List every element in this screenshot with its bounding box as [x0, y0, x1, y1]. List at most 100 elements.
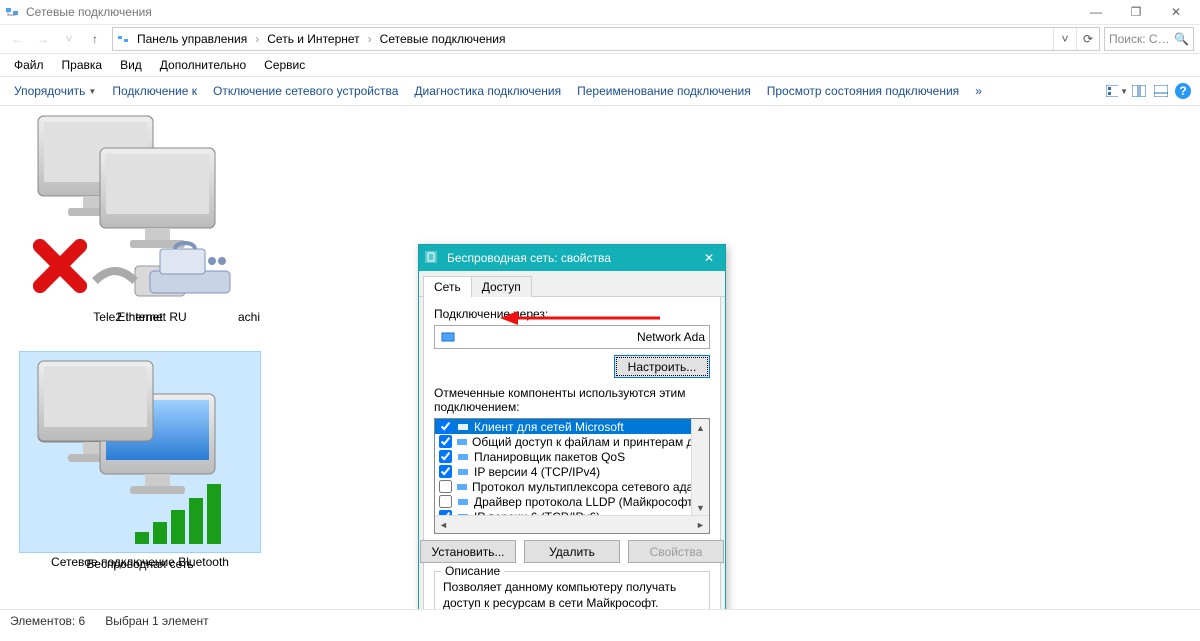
component-row[interactable]: IP версии 4 (TCP/IPv4): [435, 464, 709, 479]
properties-dialog: Беспроводная сеть: свойства ✕ Сеть Досту…: [418, 244, 726, 609]
component-icon: [456, 421, 470, 433]
description-groupbox: Описание Позволяет данному компьютеру по…: [434, 571, 710, 609]
component-checkbox[interactable]: [439, 480, 452, 493]
dialog-close-button[interactable]: ✕: [699, 251, 719, 265]
content-area: Ethernet achi: [0, 106, 1200, 609]
command-toolbar: Упорядочить▼ Подключение к Отключение се…: [0, 76, 1200, 106]
breadcrumb-mid[interactable]: Сеть и Интернет: [263, 32, 363, 46]
adapter-field: Network Ada: [434, 325, 710, 349]
dialog-title: Беспроводная сеть: свойства: [447, 251, 611, 265]
status-selected-count: Выбран 1 элемент: [105, 614, 208, 628]
toolbar-organize[interactable]: Упорядочить▼: [6, 82, 104, 100]
toolbar-disable[interactable]: Отключение сетевого устройства: [205, 82, 406, 100]
toolbar-preview-icon[interactable]: [1128, 81, 1150, 101]
search-placeholder: Поиск: С…: [1109, 32, 1170, 46]
scroll-left-button[interactable]: ◄: [435, 516, 452, 533]
address-dropdown-button[interactable]: ˅: [1053, 28, 1076, 50]
install-button[interactable]: Установить...: [420, 540, 516, 563]
description-text: Позволяет данному компьютеру получать до…: [443, 580, 701, 609]
window-title: Сетевые подключения: [26, 5, 152, 19]
window-minimize-button[interactable]: —: [1076, 0, 1116, 24]
properties-button[interactable]: Свойства: [628, 540, 724, 563]
hscrollbar[interactable]: ◄ ►: [435, 515, 709, 533]
toolbar-connect[interactable]: Подключение к: [104, 82, 205, 100]
component-checkbox[interactable]: [439, 435, 452, 448]
dialog-tabs: Сеть Доступ: [419, 271, 725, 297]
toolbar-rename[interactable]: Переименование подключения: [569, 82, 759, 100]
connection-label: Сетевое подключение Bluetooth: [0, 555, 280, 569]
tab-access[interactable]: Доступ: [471, 276, 532, 297]
nav-history-dropdown[interactable]: ˅: [56, 26, 82, 52]
app-icon: [4, 4, 20, 20]
component-row[interactable]: Общий доступ к файлам и принтерам для се…: [435, 434, 709, 449]
vscrollbar[interactable]: ▲ ▼: [691, 419, 709, 516]
component-checkbox[interactable]: [439, 495, 452, 508]
toolbar-help-button[interactable]: ?: [1172, 81, 1194, 101]
component-label: Общий доступ к файлам и принтерам для се…: [472, 435, 710, 449]
component-checkbox[interactable]: [439, 420, 452, 433]
breadcrumb-leaf[interactable]: Сетевые подключения: [376, 32, 510, 46]
scroll-down-button[interactable]: ▼: [692, 499, 709, 516]
menu-view[interactable]: Вид: [114, 56, 148, 74]
modem-icon: [150, 243, 230, 293]
component-icon: [456, 436, 468, 448]
toolbar-diagnose[interactable]: Диагностика подключения: [406, 82, 569, 100]
toolbar-view-icon[interactable]: ▼: [1106, 81, 1128, 101]
monitor-pair-icon: [20, 351, 260, 551]
component-row[interactable]: Клиент для сетей Microsoft: [435, 419, 709, 434]
component-checkbox[interactable]: [439, 465, 452, 478]
connection-tele2[interactable]: Tele2 Internet RU: [0, 106, 280, 324]
breadcrumb-root[interactable]: Панель управления: [133, 32, 251, 46]
description-legend: Описание: [441, 564, 504, 578]
dialog-body: Подключение через: Network Ada Настроить…: [423, 297, 721, 609]
toolbar-details-icon[interactable]: [1150, 81, 1172, 101]
component-icon: [456, 451, 470, 463]
nav-up-button[interactable]: ↑: [82, 26, 108, 52]
component-label: Клиент для сетей Microsoft: [474, 420, 624, 434]
component-icon: [456, 466, 470, 478]
dialog-titlebar[interactable]: Беспроводная сеть: свойства ✕: [419, 245, 725, 271]
connect-via-label: Подключение через:: [434, 307, 710, 321]
tab-network[interactable]: Сеть: [423, 276, 472, 297]
breadcrumb-sep: ›: [251, 32, 263, 46]
component-icon: [456, 496, 470, 508]
window-close-button[interactable]: ✕: [1156, 0, 1196, 24]
component-label: Драйвер протокола LLDP (Майкрософт): [474, 495, 697, 509]
component-row[interactable]: Планировщик пакетов QoS: [435, 449, 709, 464]
scroll-right-button[interactable]: ►: [692, 516, 709, 533]
component-icon: [456, 481, 468, 493]
adapter-text: Network Ada: [637, 330, 705, 344]
nav-back-button[interactable]: ←: [4, 26, 30, 52]
dialog-icon: [425, 251, 441, 266]
component-checkbox[interactable]: [439, 450, 452, 463]
component-row[interactable]: Протокол мультиплексора сетевого адаптер…: [435, 479, 709, 494]
menu-edit[interactable]: Правка: [56, 56, 109, 74]
menu-extra[interactable]: Дополнительно: [154, 56, 252, 74]
component-label: Протокол мультиплексора сетевого адаптер…: [472, 480, 710, 494]
navbar: ← → ˅ ↑ Панель управления › Сеть и Интер…: [0, 25, 1200, 54]
address-refresh-button[interactable]: ⟳: [1076, 28, 1099, 50]
components-label: Отмеченные компоненты используются этим …: [434, 386, 710, 414]
toolbar-overflow[interactable]: »: [967, 82, 990, 100]
statusbar: Элементов: 6 Выбран 1 элемент: [0, 609, 1200, 632]
search-input[interactable]: Поиск: С… 🔍: [1104, 27, 1194, 51]
configure-button[interactable]: Настроить...: [614, 355, 710, 378]
window-titlebar: Сетевые подключения — ❐ ✕: [0, 0, 1200, 25]
connection-bluetooth[interactable]: Сетевое подключение Bluetooth: [0, 351, 280, 569]
menubar: Файл Правка Вид Дополнительно Сервис: [0, 54, 1200, 76]
status-element-count: Элементов: 6: [10, 614, 85, 628]
scroll-up-button[interactable]: ▲: [692, 419, 709, 436]
menu-file[interactable]: Файл: [8, 56, 50, 74]
components-listbox[interactable]: Клиент для сетей MicrosoftОбщий доступ к…: [434, 418, 710, 534]
adapter-icon: [439, 331, 457, 343]
toolbar-status[interactable]: Просмотр состояния подключения: [759, 82, 967, 100]
component-label: Планировщик пакетов QoS: [474, 450, 625, 464]
menu-service[interactable]: Сервис: [258, 56, 311, 74]
monitor-modem-icon: [20, 106, 260, 306]
window-maximize-button[interactable]: ❐: [1116, 0, 1156, 24]
search-icon: 🔍: [1174, 32, 1189, 46]
component-row[interactable]: Драйвер протокола LLDP (Майкрософт): [435, 494, 709, 509]
uninstall-button[interactable]: Удалить: [524, 540, 620, 563]
nav-forward-button[interactable]: →: [30, 26, 56, 52]
address-bar[interactable]: Панель управления › Сеть и Интернет › Се…: [112, 27, 1100, 51]
